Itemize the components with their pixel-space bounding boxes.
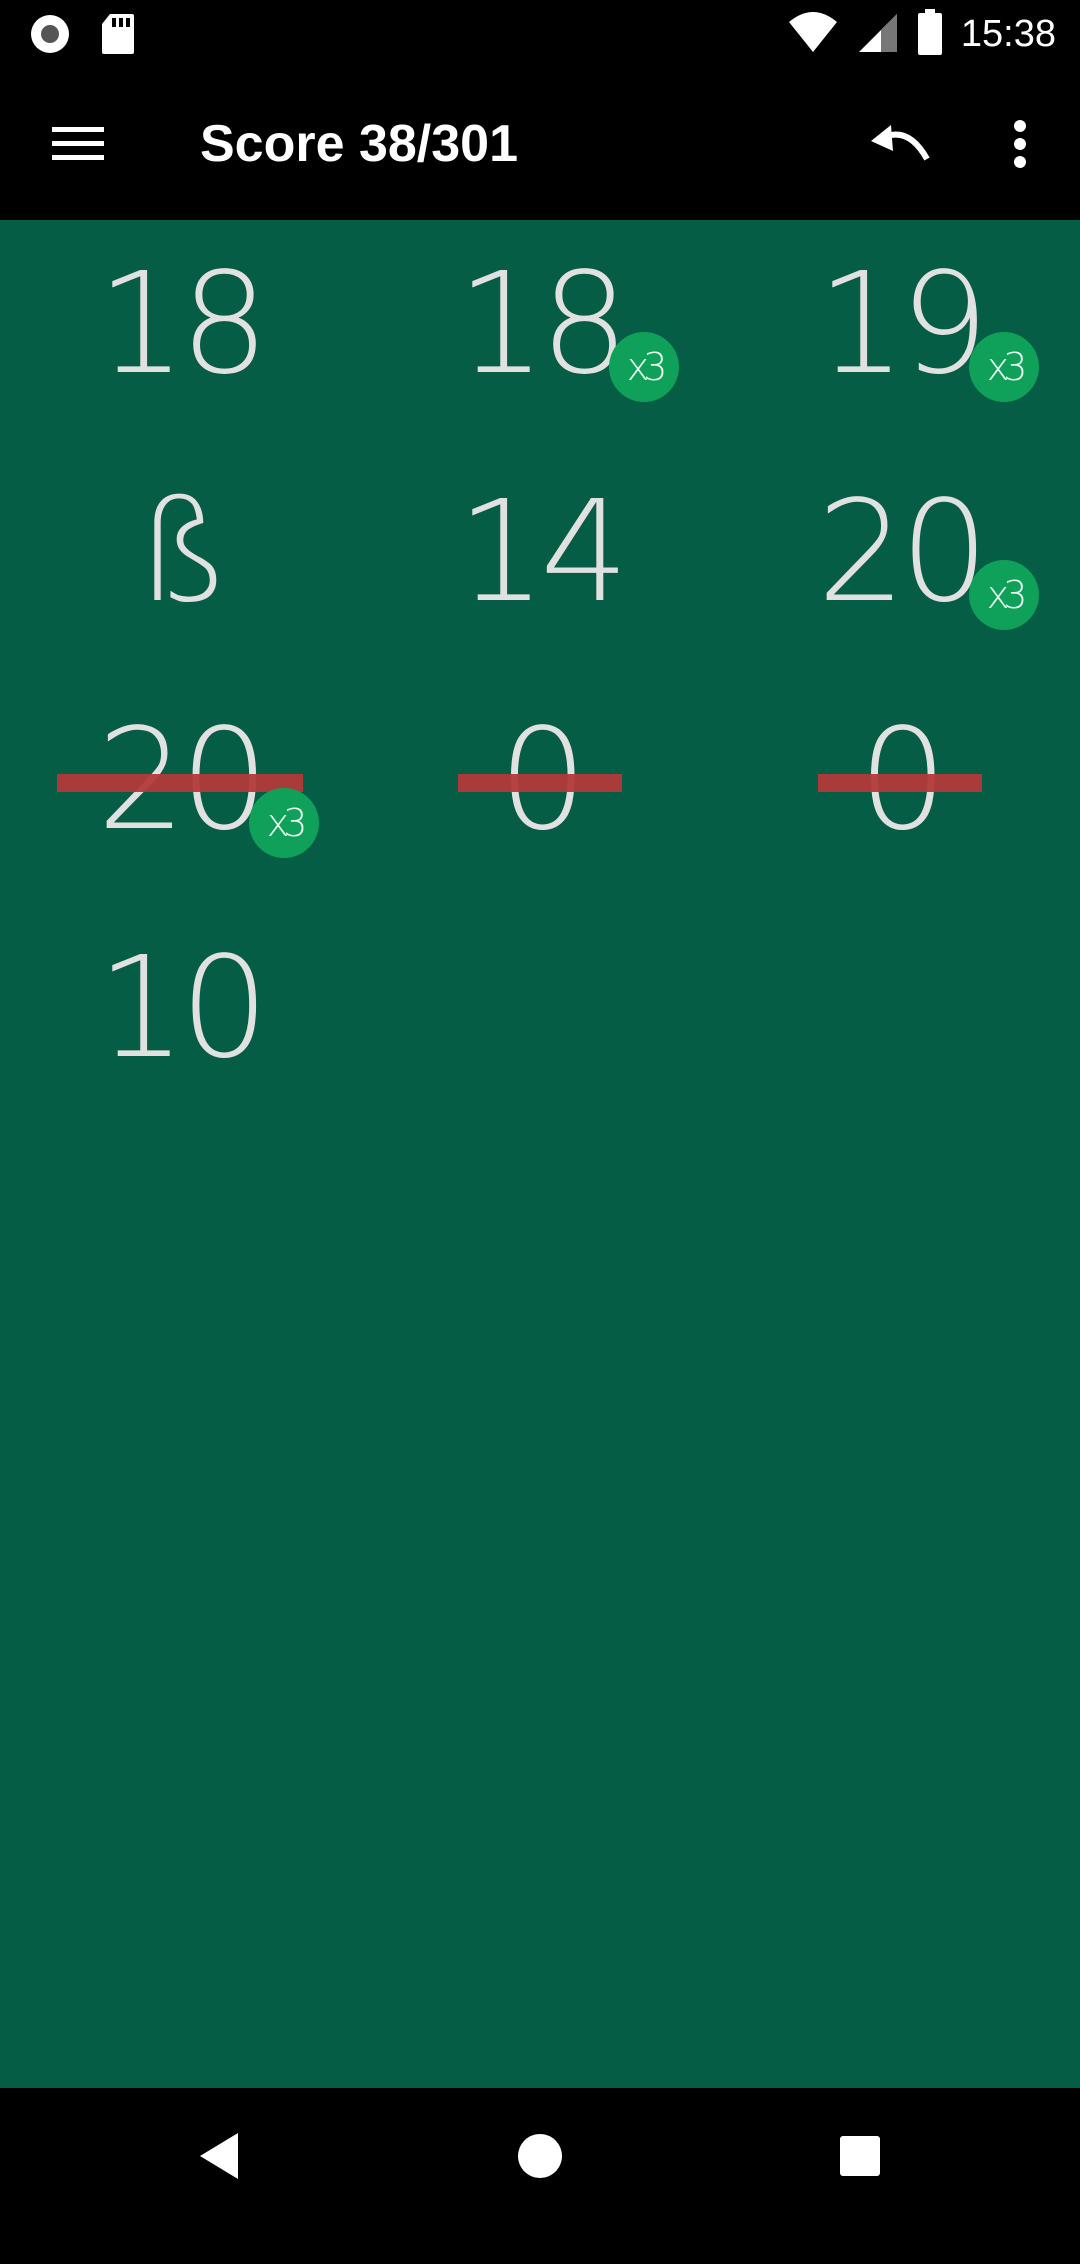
throw-item[interactable]: 0 bbox=[720, 706, 1080, 934]
battery-icon bbox=[917, 9, 943, 59]
wifi-icon bbox=[787, 10, 839, 58]
back-button[interactable] bbox=[180, 2118, 260, 2198]
bust-strike bbox=[56, 774, 304, 792]
throw-item[interactable]: 14 bbox=[360, 478, 720, 706]
bust-strike bbox=[458, 774, 622, 792]
throw-item[interactable]: 0 bbox=[360, 706, 720, 934]
recents-button[interactable] bbox=[820, 2118, 900, 2198]
cell-signal-icon bbox=[857, 10, 899, 58]
more-vert-icon bbox=[1013, 119, 1027, 173]
home-button[interactable] bbox=[500, 2118, 580, 2198]
menu-icon bbox=[50, 123, 106, 167]
throw-value: 0 bbox=[458, 706, 622, 856]
clock: 15:38 bbox=[960, 13, 1056, 55]
bust-strike bbox=[818, 774, 982, 792]
throws-grid: 18 18 x3 19 x3 ß 14 20 x3 20 x3 10 bbox=[0, 250, 1080, 1162]
throws-area: 18 18 x3 19 x3 ß 14 20 x3 20 x3 10 bbox=[0, 220, 1080, 2264]
back-icon bbox=[198, 2131, 242, 2185]
page-title: Score 38/301 bbox=[200, 115, 519, 173]
menu-button[interactable] bbox=[30, 112, 126, 178]
throw-value-text: 19 bbox=[816, 243, 989, 406]
throw-value-text: 18 bbox=[96, 243, 269, 406]
status-bar: 15:38 bbox=[0, 0, 1080, 70]
throw-value-text: 20 bbox=[816, 471, 989, 634]
sd-card-icon bbox=[100, 12, 136, 60]
throw-item[interactable]: 20 x3 bbox=[0, 706, 360, 934]
status-right: 15:38 bbox=[787, 8, 1056, 60]
throw-item[interactable]: 20 x3 bbox=[720, 478, 1080, 706]
more-options-button[interactable] bbox=[980, 106, 1060, 186]
undo-icon bbox=[869, 123, 931, 169]
navigation-bar bbox=[0, 2088, 1080, 2220]
throw-value: 10 bbox=[97, 934, 269, 1084]
throw-item[interactable]: 18 bbox=[0, 250, 360, 478]
undo-button[interactable] bbox=[860, 106, 940, 186]
throw-value-text: 10 bbox=[96, 927, 269, 1090]
throw-value-text: 14 bbox=[456, 471, 629, 634]
throw-value: 20 x3 bbox=[817, 478, 1040, 630]
app-bar: Score 38/301 bbox=[0, 70, 1080, 220]
throw-value-text: 18 bbox=[456, 243, 629, 406]
multiplier-badge: x3 bbox=[609, 332, 680, 402]
throw-value: 14 bbox=[457, 478, 629, 628]
multiplier-badge: x3 bbox=[249, 788, 320, 858]
throw-item[interactable]: 10 bbox=[0, 934, 360, 1162]
recents-icon bbox=[838, 2134, 882, 2182]
multiplier-badge: x3 bbox=[969, 332, 1040, 402]
throw-item[interactable]: 19 x3 bbox=[720, 250, 1080, 478]
record-icon bbox=[28, 12, 72, 60]
throw-value-text: ß bbox=[135, 471, 231, 634]
throw-value: 19 x3 bbox=[817, 250, 1040, 402]
throw-value: 20 x3 bbox=[56, 706, 320, 858]
throw-value: 18 x3 bbox=[457, 250, 680, 402]
throw-item[interactable]: 18 x3 bbox=[360, 250, 720, 478]
throw-value: 18 bbox=[97, 250, 269, 400]
status-left bbox=[28, 12, 136, 60]
throw-value: 0 bbox=[818, 706, 982, 856]
throw-item[interactable]: ß bbox=[0, 478, 360, 706]
home-icon bbox=[516, 2132, 564, 2184]
throw-value: ß bbox=[136, 478, 231, 628]
multiplier-badge: x3 bbox=[969, 560, 1040, 630]
